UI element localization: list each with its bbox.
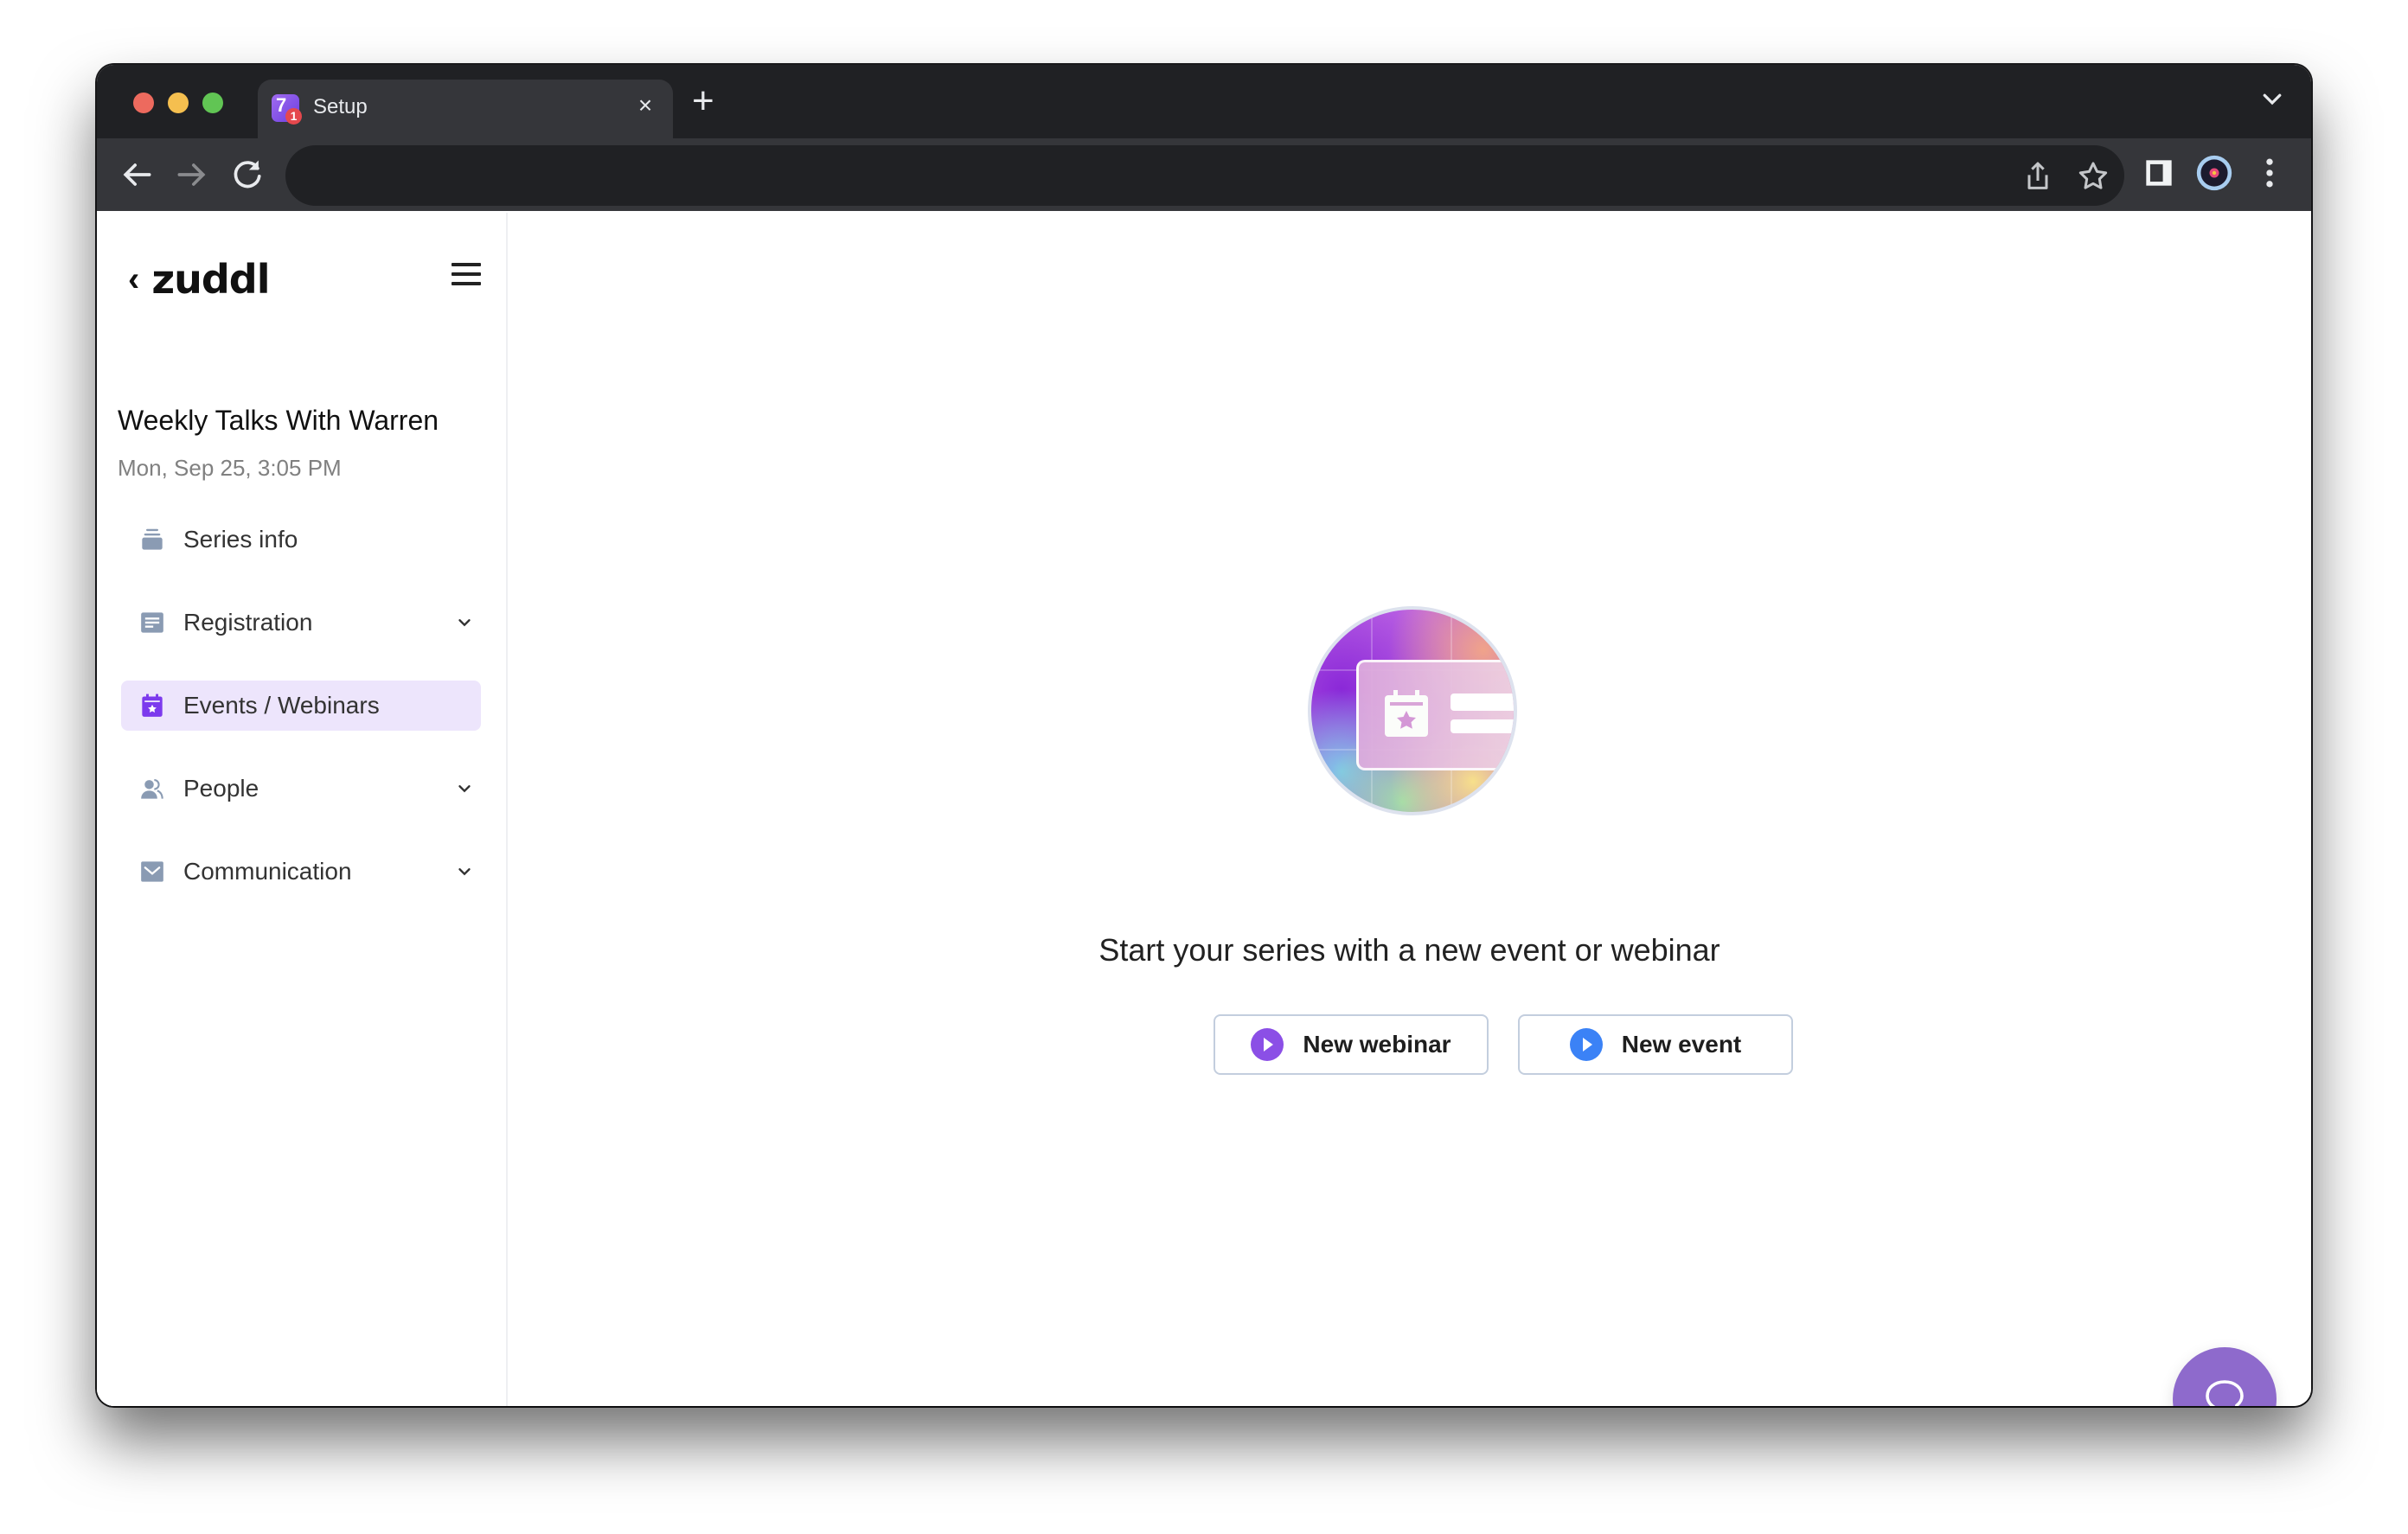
- new-webinar-label: New webinar: [1303, 1031, 1451, 1058]
- chevron-down-icon[interactable]: [455, 862, 474, 881]
- illustration-line: [1451, 693, 1514, 711]
- people-icon: [141, 779, 163, 799]
- forward-arrow-icon[interactable]: [173, 156, 211, 194]
- events-illustration: [1308, 606, 1517, 815]
- sidebar: ‹ zuddl Weekly Talks With Warren Mon, Se…: [97, 213, 508, 1406]
- sidebar-item-communication[interactable]: Communication: [121, 847, 481, 897]
- sidebar-item-label: Registration: [183, 609, 313, 636]
- address-bar[interactable]: [285, 145, 2124, 206]
- empty-state-title: Start your series with a new event or we…: [1098, 932, 1720, 968]
- sidebar-item-people[interactable]: People: [121, 764, 481, 814]
- sidebar-item-events-webinars[interactable]: Events / Webinars: [121, 681, 481, 731]
- sidebar-item-label: Communication: [183, 858, 352, 885]
- sidebar-item-registration[interactable]: Registration: [121, 598, 481, 648]
- back-to-dashboard-link[interactable]: ‹ zuddl: [128, 256, 270, 303]
- favicon-badge: 1: [285, 108, 302, 125]
- sidebar-item-label: Series info: [183, 526, 298, 553]
- new-webinar-button[interactable]: New webinar: [1214, 1014, 1489, 1075]
- illustration-line: [1451, 719, 1514, 733]
- close-tab-icon[interactable]: ×: [630, 92, 661, 119]
- side-panel-icon[interactable]: [2140, 154, 2178, 192]
- zuddl-favicon-icon: 7 1: [272, 94, 302, 125]
- more-options-icon[interactable]: [2251, 154, 2289, 192]
- hamburger-menu-icon[interactable]: [452, 263, 481, 289]
- maximize-window-button[interactable]: [202, 93, 223, 113]
- chat-bubble-icon: [2206, 1380, 2244, 1406]
- chevron-left-icon: ‹: [128, 259, 140, 298]
- reload-icon[interactable]: [228, 156, 266, 194]
- illustration-card: [1356, 660, 1514, 770]
- profile-avatar[interactable]: [2195, 154, 2233, 192]
- new-event-label: New event: [1621, 1031, 1742, 1058]
- sidebar-item-label: Events / Webinars: [183, 692, 380, 719]
- series-datetime: Mon, Sep 25, 3:05 PM: [118, 455, 342, 481]
- browser-tab-setup[interactable]: 7 1 Setup ×: [258, 80, 673, 138]
- main-panel: Start your series with a new event or we…: [508, 213, 2311, 1406]
- calendar-star-icon: [1385, 690, 1428, 737]
- bookmark-star-icon[interactable]: [2076, 159, 2110, 194]
- back-arrow-icon[interactable]: [118, 156, 156, 194]
- sidebar-item-series-info[interactable]: Series info: [121, 515, 481, 565]
- calendar-star-icon: [142, 693, 163, 717]
- page-content: ‹ zuddl Weekly Talks With Warren Mon, Se…: [97, 213, 2311, 1406]
- browser-window: 7 1 Setup × + ‹ zuddl Weekly Talks With …: [97, 65, 2311, 1406]
- new-tab-icon[interactable]: +: [692, 82, 714, 120]
- play-circle-icon: [1251, 1028, 1284, 1061]
- browser-toolbar: [97, 138, 2311, 211]
- close-window-button[interactable]: [133, 93, 154, 113]
- share-icon[interactable]: [2021, 159, 2055, 194]
- chevron-down-icon[interactable]: [455, 613, 474, 632]
- zuddl-logo: zuddl: [151, 256, 270, 303]
- series-title: Weekly Talks With Warren: [118, 405, 439, 436]
- minimize-window-button[interactable]: [168, 93, 189, 113]
- chevron-down-icon[interactable]: [2259, 86, 2285, 112]
- sidebar-item-label: People: [183, 775, 259, 802]
- chevron-down-icon[interactable]: [455, 779, 474, 798]
- new-event-button[interactable]: New event: [1518, 1014, 1793, 1075]
- form-icon: [141, 612, 163, 633]
- mail-icon: [141, 861, 163, 882]
- tab-title: Setup: [313, 95, 368, 118]
- stack-icon: [142, 528, 163, 550]
- tab-strip: 7 1 Setup × +: [97, 65, 2311, 138]
- play-circle-icon: [1569, 1028, 1603, 1061]
- chat-support-button[interactable]: [2173, 1347, 2277, 1406]
